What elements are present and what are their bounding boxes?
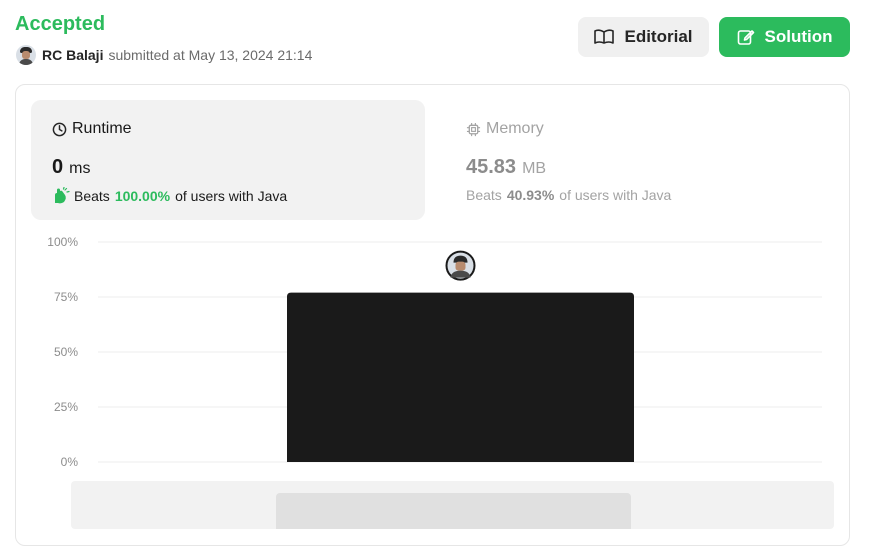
range-selector-handle[interactable]	[276, 493, 631, 529]
memory-value: 45.83 MB	[466, 156, 547, 178]
solution-button[interactable]: Solution	[719, 17, 850, 57]
memory-beats-percent: 40.93%	[506, 187, 555, 203]
clock-icon	[52, 122, 67, 136]
memory-title: Memory	[466, 120, 544, 138]
submission-meta: RC Balaji submitted at May 13, 2024 21:1…	[16, 45, 312, 65]
y-tick-label: 100%	[47, 235, 78, 249]
submission-header: Accepted RC Balaji submitted at May 13, …	[15, 12, 857, 68]
edit-icon	[737, 30, 754, 45]
y-tick-label: 25%	[54, 400, 78, 414]
chart-range-selector[interactable]	[71, 481, 834, 529]
user-avatar-marker[interactable]	[445, 250, 476, 281]
runtime-title: Runtime	[52, 120, 132, 138]
username[interactable]: RC Balaji	[42, 47, 103, 63]
runtime-distribution-chart: 100% 75% 50% 25% 0%	[47, 235, 822, 469]
editorial-label: Editorial	[624, 27, 693, 46]
book-open-icon	[594, 29, 615, 44]
y-tick-label: 50%	[54, 345, 78, 359]
solution-label: Solution	[764, 27, 833, 46]
runtime-value: 0 ms	[52, 156, 91, 178]
memory-beats: Beats 40.93% of users with Java	[466, 187, 672, 203]
y-tick-label: 0%	[61, 455, 79, 469]
clap-hands-icon	[55, 187, 70, 204]
chart-bar[interactable]	[287, 292, 634, 462]
chip-icon	[466, 122, 481, 136]
runtime-beats: Beats 100.00% of users with Java	[52, 187, 287, 205]
editorial-button[interactable]: Editorial	[578, 17, 709, 57]
submitted-time: submitted at May 13, 2024 21:14	[108, 47, 313, 63]
runtime-tab[interactable]: Runtime 0 ms Beats 100.00% of users with …	[31, 100, 425, 220]
submission-detail-card: Runtime 0 ms Beats 100.00% of users with …	[15, 84, 850, 546]
y-tick-label: 75%	[54, 290, 78, 304]
submission-status: Accepted	[15, 13, 106, 35]
runtime-unit: ms	[69, 160, 91, 177]
memory-unit: MB	[522, 160, 547, 177]
memory-tab[interactable]: Memory 45.83 MB Beats 40.93% of users wit…	[445, 100, 839, 220]
runtime-beats-percent: 100.00%	[114, 188, 171, 204]
user-avatar[interactable]	[16, 45, 36, 65]
